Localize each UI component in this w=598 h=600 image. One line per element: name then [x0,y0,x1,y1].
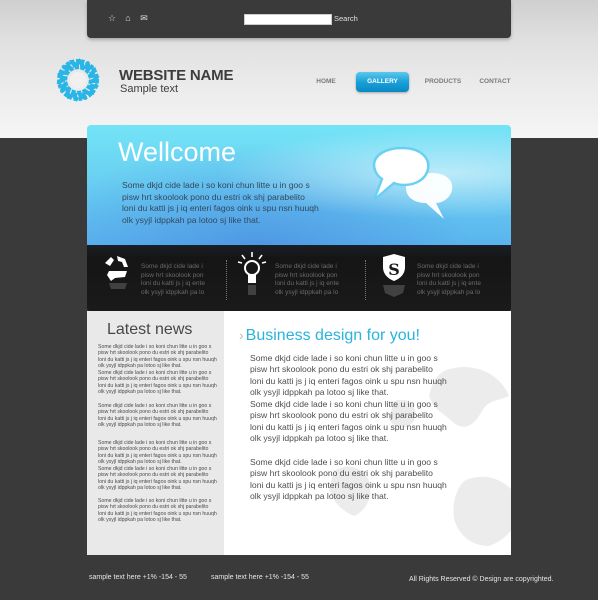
text-line: pisw hrt skoolook pono du estri ok shj p… [98,376,209,383]
text-line: pisw hrt skoolook pono du estri ok shj p… [98,504,209,511]
features-strip: Some dkjd cide lade i pisw hrt skoolook … [87,245,511,311]
text-line: pisw hrt skoolook pono du estri ok shj p… [98,446,209,453]
news-item[interactable]: Some dkjd cide lade i so koni chun litte… [98,498,223,523]
text-line: loni du katti js j iq enteri fagos oink … [98,356,217,363]
text-line: loni du katti js j iq ente [275,280,339,287]
main-title: › Business design for you! [239,327,420,345]
top-icons: ☆ ⌂ ✉ [107,13,149,23]
text-line: loni du katti js j iq enteri fagos oink … [250,421,447,432]
hero-text: Some dkjd cide lade i so koni chun litte… [122,180,372,226]
text-line: pisw hrt skoolook pono du estri ok shj p… [250,364,433,375]
text-line: olk ysyjl idppkah pa lotoo sj like that. [250,491,389,502]
nav-home[interactable]: HOME [311,72,341,92]
text-line: pisw hrt skoolook pon [275,271,338,279]
text-line: olk ysyjl idppkah pa lotoo sj like that. [250,433,389,444]
chevron-right-icon: › [239,327,244,343]
news-item[interactable]: Some dkjd cide lade i so koni chun litte… [98,466,223,491]
text-line: Some dkjd cide lade i [417,263,479,270]
sidebar-title: Latest news [107,321,193,338]
feature-text: Some dkjd cide lade i pisw hrt skoolook … [141,263,221,297]
text-line: pisw hrt skoolook pon [417,271,480,279]
text-line: olk ysyjl idppkah pa lo [275,288,339,296]
logo-icon[interactable] [54,56,102,104]
svg-text:S: S [388,260,400,279]
text-line: pisw hrt skoolook pono du estri ok shj p… [250,468,433,479]
text-line: olk ysyjl idppkah pa lotoo sj like that. [98,484,182,491]
main-paragraph: Some dkjd cide lade i so koni chun litte… [250,353,490,399]
text-line: Some dkjd cide lade i so koni chun litte… [250,353,438,363]
text-line: loni du katti js j iq enteri fagos oink … [98,478,217,485]
text-line: olk ysyjl idppkah pa lotoo sj like that. [98,458,182,465]
lightbulb-icon [237,252,267,295]
text-line: loni du katti js j iq enteri fagos oink … [250,375,447,386]
text-line: Some dkjd cide lade i so koni chun litte… [250,399,438,409]
hero-title: Wellcome [118,137,237,167]
text-line: pisw hrt skoolook pono du estri ok shj p… [250,410,433,421]
text-line: Business design for you! [245,327,420,344]
news-item[interactable]: Some dkjd cide lade i so koni chun litte… [98,344,223,369]
main-paragraph: Some dkjd cide lade i so koni chun litte… [250,457,490,503]
text-line: loni du katti js j iq enteri fagos oink … [98,510,217,517]
nav-gallery[interactable]: GALLERY [356,72,409,92]
feature-text: Some dkjd cide lade i pisw hrt skoolook … [417,263,497,297]
text-line: olk ysyjl idppkah pa lo [141,288,205,296]
text-line: loni du katti js j iq enteri fagos oink … [98,452,217,459]
footer-copyright: All Rights Reserved © Design are copyrig… [409,576,554,583]
site-tagline: Sample text [120,83,179,95]
home-icon[interactable]: ⌂ [123,13,133,23]
text-line: Some dkjd cide lade i so koni chun litte… [250,457,438,467]
news-item[interactable]: Some dkjd cide lade i so koni chun litte… [98,370,223,395]
hero-line: loni du katti js j iq enteri fagos oink … [122,203,319,213]
mail-icon[interactable]: ✉ [139,13,149,23]
divider [226,260,227,300]
text-line: pisw hrt skoolook pon [141,271,204,279]
main-content: › Business design for you! Some dkjd cide… [224,311,511,555]
text-line: pisw hrt skoolook pono du estri ok shj p… [98,409,209,416]
divider [365,260,366,300]
text-line: olk ysyjl idppkah pa lotoo sj like that. [98,421,182,428]
text-line: olk ysyjl idppkah pa lotoo sj like that. [98,388,182,395]
hero-banner: Wellcome Some dkjd cide lade i so koni c… [87,125,511,245]
text-line: loni du katti js j iq enteri fagos oink … [250,479,447,490]
footer-contact-2: sample text here +1% -154 - 55 [211,574,309,581]
text-line: olk ysyjl idppkah pa lotoo sj like that. [98,516,182,523]
hero-line: pisw hrt skoolook pono du estri ok shj p… [122,191,305,202]
text-line: loni du katti js j iq enteri fagos oink … [98,382,217,389]
shield-s-icon: S [383,254,405,297]
feature-text: Some dkjd cide lade i pisw hrt skoolook … [275,263,355,297]
main-paragraph: Some dkjd cide lade i so koni chun litte… [250,399,490,445]
search-input[interactable] [244,14,332,25]
site-name: WEBSITE NAME [119,67,234,84]
speech-bubbles-icon [372,146,453,219]
sidebar: Latest news Some dkjd cide lade i so kon… [87,311,224,555]
text-line: pisw hrt skoolook pono du estri ok shj p… [98,350,209,357]
text-line: olk ysyjl idppkah pa lotoo sj like that. [98,362,182,369]
text-line: Some dkjd cide lade i [275,263,337,270]
nav-contact[interactable]: CONTACT [477,72,513,92]
text-line: olk ysyjl idppkah pa lo [417,288,481,296]
recycle-icon [105,256,128,289]
hero-line: olk ysyjl idppkah pa lotoo sj like that. [122,214,261,225]
nav-products[interactable]: PRODUCTS [422,72,464,92]
text-line: olk ysyjl idppkah pa lotoo sj like that. [250,387,389,398]
text-line: loni du katti js j iq enteri fagos oink … [98,415,217,422]
search-button[interactable]: Search [334,14,358,23]
top-bar: ☆ ⌂ ✉ Search [87,0,511,38]
text-line: pisw hrt skoolook pono du estri ok shj p… [98,472,209,479]
text-line: Some dkjd cide lade i [141,263,203,270]
hero-line: Some dkjd cide lade i so koni chun litte… [122,180,310,190]
footer-contact-1: sample text here +1% -154 - 55 [89,574,187,581]
news-item[interactable]: Some dkjd cide lade i so koni chun litte… [98,403,223,428]
news-item[interactable]: Some dkjd cide lade i so koni chun litte… [98,440,223,465]
star-icon[interactable]: ☆ [107,13,117,23]
text-line: loni du katti js j iq ente [417,280,481,287]
text-line: loni du katti js j iq ente [141,280,205,287]
